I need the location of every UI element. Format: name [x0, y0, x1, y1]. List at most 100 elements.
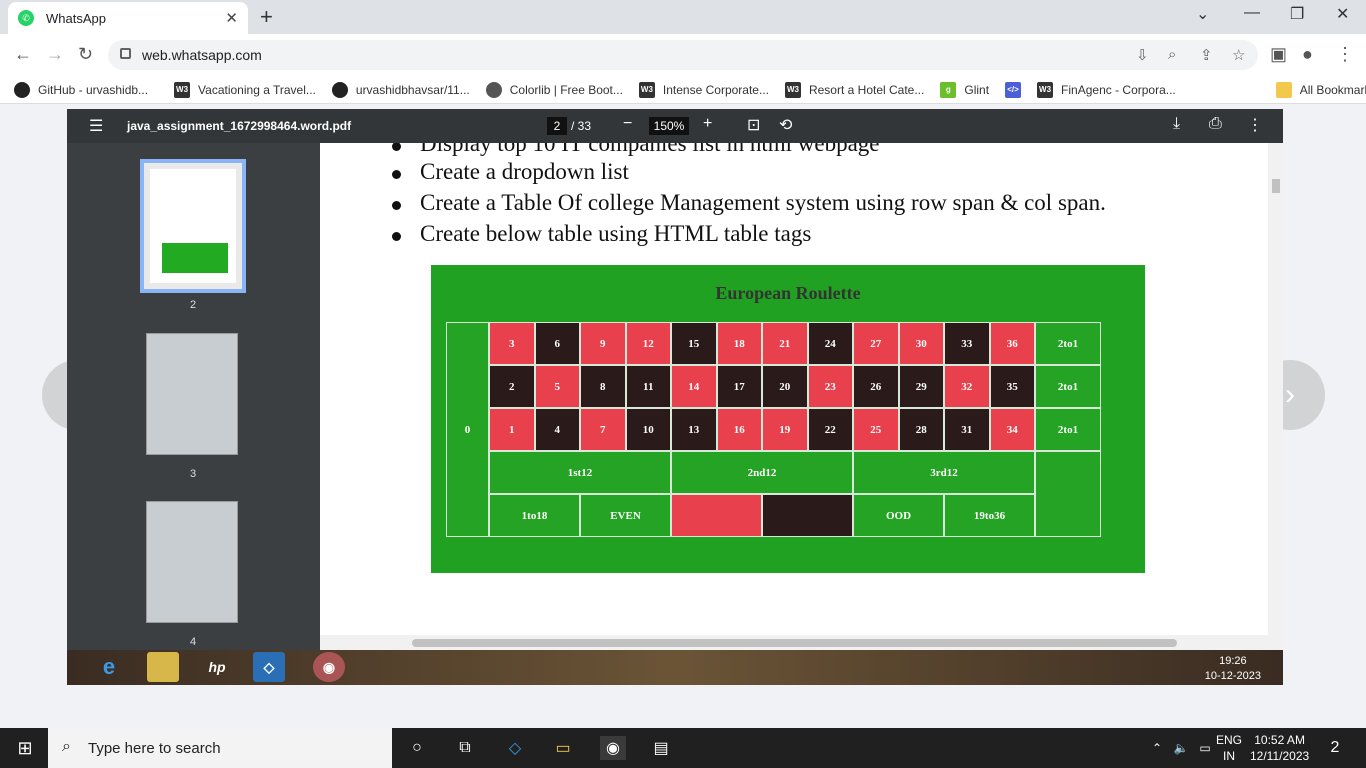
scrollbar-thumb[interactable]	[412, 639, 1177, 647]
roulette-dozen: 1st12	[489, 451, 671, 494]
search-icon: ⌕	[62, 738, 71, 755]
vertical-scrollbar[interactable]	[1268, 143, 1283, 635]
bookmark-item[interactable]: W3 FinAgenc - Corpora...	[1037, 81, 1176, 98]
forward-icon[interactable]: →	[46, 44, 64, 65]
scrollbar-thumb[interactable]	[1272, 179, 1280, 193]
site-info-icon[interactable]	[120, 48, 131, 59]
roulette-image: European Roulette 0 3 6 9 12 15 18 21 24 27 30 33 36…	[431, 265, 1145, 573]
code-icon: </>	[1005, 81, 1022, 98]
close-window-button[interactable]: ✕	[1336, 4, 1349, 24]
roulette-corner	[1035, 451, 1101, 537]
system-clock[interactable]: 10:52 AM 12/11/2023	[1250, 732, 1309, 764]
url-bar[interactable]: web.whatsapp.com ⇩ ⌕ ⇪ ☆	[108, 40, 1258, 70]
reload-icon[interactable]: ↻	[78, 44, 93, 65]
taskbar-search[interactable]: ⌕ Type here to search	[48, 728, 392, 768]
profile-avatar[interactable]: ●	[1302, 44, 1313, 65]
notification-count: 2	[1330, 739, 1340, 756]
thumbnail-label: 4	[189, 636, 197, 648]
bookmark-item[interactable]: </>	[1005, 81, 1029, 98]
roulette-number: 1	[489, 408, 535, 451]
roulette-number: 14	[671, 365, 717, 408]
folder-icon	[1275, 81, 1292, 98]
w3-icon: W3	[1037, 81, 1054, 98]
github-icon	[14, 81, 30, 98]
roulette-number: 17	[716, 365, 762, 408]
bookmark-item[interactable]: W3 Intense Corporate...	[638, 81, 769, 98]
roulette-number: 33	[944, 322, 990, 365]
bookmark-star-icon[interactable]: ☆	[1232, 46, 1245, 64]
menu-kebab-icon[interactable]: ⋮	[1336, 44, 1354, 65]
address-bar-row: ← → ↻ web.whatsapp.com ⇩ ⌕ ⇪ ☆ ▣ ● ⋮	[0, 34, 1366, 76]
download-icon[interactable]: ⤓	[1173, 115, 1180, 133]
roulette-number: 26	[853, 365, 899, 408]
close-tab-icon[interactable]: ✕	[225, 9, 238, 27]
bullet-item: Display top 10 IT companies list in html…	[392, 143, 1106, 159]
roulette-outside-bet: OOD	[853, 494, 944, 537]
back-icon[interactable]: ←	[14, 44, 32, 65]
roulette-outside-bet	[671, 494, 762, 537]
roulette-number: 34	[989, 408, 1035, 451]
thumbnail-label: 2	[189, 299, 197, 311]
fit-page-icon[interactable]: ⊡	[747, 115, 760, 135]
bookmark-item[interactable]: g Glint	[940, 81, 989, 98]
page-number-input[interactable]: 2	[547, 117, 567, 135]
bookmark-item[interactable]: Colorlib | Free Boot...	[485, 81, 623, 98]
notification-icon[interactable]: 2	[1322, 736, 1348, 760]
roulette-column-bet: 2to1	[1035, 365, 1101, 408]
thumbnail-label: 3	[189, 468, 197, 480]
network-icon[interactable]: ▭	[1192, 736, 1218, 760]
w3-icon: W3	[174, 81, 191, 98]
chrome-taskbar-icon[interactable]: ◉	[600, 736, 626, 760]
terminal-icon[interactable]: ▤	[648, 736, 674, 760]
language-indicator[interactable]: ENG IN	[1216, 732, 1242, 764]
tray-overflow-icon[interactable]: ⌃	[1144, 736, 1170, 760]
roulette-dozen: 2nd12	[671, 451, 853, 494]
tab-search-icon[interactable]: ⌄	[1196, 4, 1209, 24]
share-icon[interactable]: ⇪	[1200, 46, 1213, 64]
restore-button[interactable]: ❐	[1290, 4, 1304, 24]
print-icon[interactable]: ⎙	[1209, 115, 1222, 133]
zoom-in-icon[interactable]: +	[703, 115, 712, 133]
minimize-button[interactable]: —	[1244, 4, 1260, 22]
menu-icon[interactable]: ☰	[89, 116, 103, 136]
zoom-out-icon[interactable]: −	[623, 115, 632, 133]
all-bookmarks[interactable]: All Bookmarks	[1275, 81, 1366, 98]
start-icon[interactable]: ⊞	[12, 736, 38, 760]
volume-icon[interactable]: 🔈	[1168, 736, 1194, 760]
bookmark-item[interactable]: W3 Resort a Hotel Cate...	[784, 81, 924, 98]
zoom-level[interactable]: 150%	[649, 117, 689, 135]
new-tab-button[interactable]: +	[260, 4, 273, 30]
page-thumbnail[interactable]	[146, 501, 238, 623]
cortana-icon[interactable]: ○	[404, 736, 430, 760]
inner-clock: 19:26 10-12-2023	[1204, 655, 1261, 682]
more-options-icon[interactable]: ⋮	[1247, 115, 1263, 135]
windows-taskbar: ⊞ ⌕ Type here to search ○ ⧉ ◇ ▭ ◉ ▤ ⌃ 🔈 …	[0, 728, 1366, 768]
zoom-icon[interactable]: ⌕	[1168, 46, 1176, 63]
roulette-number: 20	[762, 365, 808, 408]
roulette-outside-bet	[762, 494, 853, 537]
roulette-number: 15	[671, 322, 717, 365]
page-total: / 33	[571, 119, 592, 133]
bookmark-item[interactable]: W3 Vacationing a Travel...	[174, 81, 316, 98]
bookmark-item[interactable]: GitHub - urvashidb...	[14, 81, 148, 98]
file-explorer-icon[interactable]: ▭	[550, 736, 576, 760]
horizontal-scrollbar[interactable]	[320, 635, 1283, 650]
roulette-outside-bet: 19to36	[944, 494, 1035, 537]
side-panel-icon[interactable]: ▣	[1270, 44, 1287, 65]
roulette-number: 36	[989, 322, 1035, 365]
install-app-icon[interactable]: ⇩	[1136, 46, 1149, 64]
vscode-icon: ◇	[253, 652, 285, 682]
pdf-viewer: ☰ java_assignment_1672998464.word.pdf 2 …	[67, 109, 1283, 650]
page-thumbnail[interactable]	[140, 159, 246, 293]
bullet-item: Create a dropdown list	[392, 159, 1106, 190]
bullet-item: Create a Table Of college Management sys…	[392, 190, 1106, 221]
page-thumbnail[interactable]	[146, 333, 238, 455]
vscode-taskbar-icon[interactable]: ◇	[502, 736, 528, 760]
roulette-dozen: 3rd12	[853, 451, 1035, 494]
bookmark-item[interactable]: urvashidbhavsar/11...	[331, 81, 470, 98]
tab-whatsapp[interactable]: ✆ WhatsApp ✕	[8, 2, 248, 34]
rotate-icon[interactable]: ⟲	[779, 115, 792, 135]
roulette-column-bet: 2to1	[1035, 408, 1101, 451]
roulette-number: 30	[898, 322, 944, 365]
task-view-icon[interactable]: ⧉	[452, 736, 478, 760]
